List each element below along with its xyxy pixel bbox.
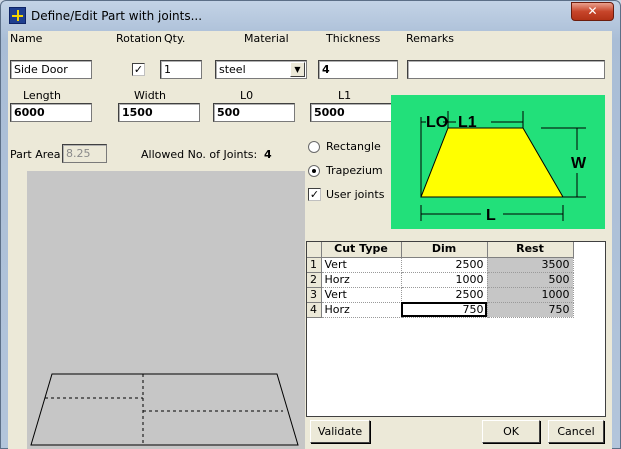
validate-button[interactable]: Validate [310,420,370,443]
width-field[interactable]: 1500 [118,103,200,122]
row-number: 4 [307,302,322,318]
dim-cell[interactable]: 2500 [401,257,488,273]
dialog-client-area: Name Rotation Qty. Material Thickness Re… [8,31,612,449]
user-joints-label[interactable]: User joints [326,188,384,201]
chevron-down-icon[interactable]: ▼ [290,62,305,77]
part-preview [27,171,305,449]
ok-button[interactable]: OK [482,420,540,443]
l1-diagram-label: L1 [458,114,477,131]
cut-type-header[interactable]: Cut Type [321,242,402,258]
allowed-joints-value: 4 [264,148,272,161]
length-label: Length [23,89,61,102]
qty-label: Qty. [164,32,186,45]
thickness-label: Thickness [326,32,381,45]
part-outline [30,373,299,446]
dimension-diagram: LO L1 W L [391,95,605,229]
material-select[interactable]: steel ▼ [215,60,307,79]
width-label: Width [134,89,166,102]
rotation-label: Rotation [116,32,163,45]
rest-cell: 1000 [487,287,574,303]
remarks-field[interactable] [407,60,605,79]
name-label: Name [10,32,43,45]
trapezium-radio[interactable] [308,165,320,177]
l1-label: L1 [338,89,352,102]
cut-type-cell[interactable]: Vert [321,257,402,273]
material-select-value: steel [219,63,246,76]
joints-grid[interactable]: Cut Type Dim Rest 1 Vert 2500 3500 2 Hor… [306,241,606,417]
table-row[interactable]: 1 Vert 2500 3500 [307,257,574,273]
rest-cell: 3500 [487,257,574,273]
l0-field[interactable]: 500 [213,103,295,122]
l0-label: L0 [240,89,254,102]
part-area-label: Part Area [10,148,61,161]
table-row[interactable]: 3 Vert 2500 1000 [307,287,574,303]
l-diagram-label: L [486,207,496,224]
trapezium-label[interactable]: Trapezium [326,164,383,177]
row-number: 3 [307,287,322,303]
dim-cell[interactable]: 2500 [401,287,488,303]
row-number: 1 [307,257,322,273]
allowed-joints-label: Allowed No. of Joints: [141,148,258,161]
lo-diagram-label: LO [426,114,448,131]
qty-field[interactable]: 1 [160,60,202,79]
rectangle-radio[interactable] [308,141,320,153]
w-diagram-label: W [571,155,587,172]
joints-table: Cut Type Dim Rest 1 Vert 2500 3500 2 Hor… [307,242,574,318]
rest-header[interactable]: Rest [487,242,574,258]
name-field[interactable]: Side Door [10,60,92,79]
length-field[interactable]: 6000 [10,103,92,122]
close-button[interactable]: ✕ [571,2,614,21]
part-area-field: 8.25 [62,144,107,163]
rest-cell: 750 [487,302,574,318]
window-title: Define/Edit Part with joints... [31,9,203,23]
material-label: Material [244,32,289,45]
table-row[interactable]: 4 Horz 750 750 [307,302,574,318]
remarks-label: Remarks [406,32,454,45]
rest-cell: 500 [487,272,574,288]
user-joints-checkbox[interactable]: ✓ [308,188,321,201]
table-row[interactable]: 2 Horz 1000 500 [307,272,574,288]
cut-type-cell[interactable]: Horz [321,302,402,318]
part-preview-svg [30,373,299,446]
app-icon [9,7,26,24]
dim-cell-active[interactable]: 750 [401,302,488,318]
trapezium-diagram-svg: LO L1 W L [391,95,605,229]
l1-field[interactable]: 5000 [310,103,392,122]
grid-corner [307,242,322,258]
cut-type-cell[interactable]: Horz [321,272,402,288]
dim-cell[interactable]: 1000 [401,272,488,288]
dim-header[interactable]: Dim [401,242,488,258]
cancel-button[interactable]: Cancel [548,420,604,443]
thickness-field[interactable]: 4 [318,60,398,79]
cut-type-cell[interactable]: Vert [321,287,402,303]
rectangle-label[interactable]: Rectangle [326,140,381,153]
rotation-checkbox[interactable]: ✓ [132,63,145,76]
row-number: 2 [307,272,322,288]
